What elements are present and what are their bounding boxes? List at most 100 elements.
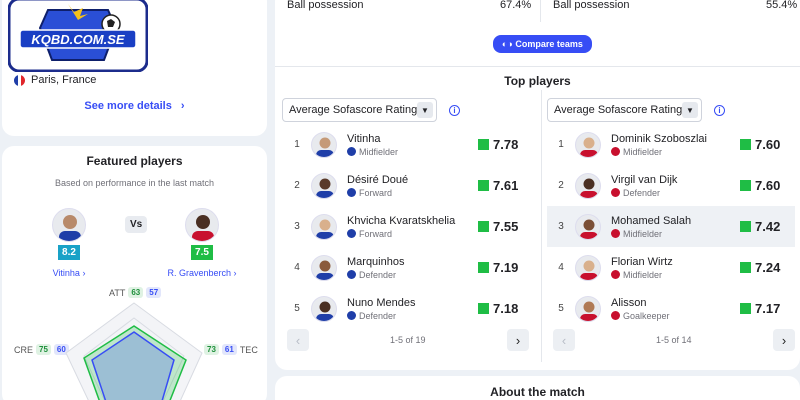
- rating-badge: 7.5: [191, 245, 213, 260]
- player-rank: 1: [558, 139, 564, 150]
- pager-right: ‹ 1-5 of 14 ›: [553, 328, 795, 352]
- player-name: Désiré Doué: [347, 173, 409, 186]
- club-crest-icon: [347, 188, 356, 197]
- france-flag-icon: [14, 74, 25, 86]
- possession-divider: [540, 0, 541, 22]
- rating-indicator: [478, 303, 489, 314]
- player-avatar: [575, 213, 601, 240]
- player-avatar: [575, 295, 601, 322]
- chevron-down-icon: ▼: [417, 102, 433, 118]
- rating-indicator: [740, 303, 751, 314]
- featured-home-name: Vitinha ›: [52, 268, 86, 278]
- player-row[interactable]: 2 Virgil van Dijk Defender 7.60: [547, 165, 795, 206]
- pager-left: ‹ 1-5 of 19 ›: [287, 328, 529, 352]
- rating-dropdown-left[interactable]: Average Sofascore Rating ▼: [282, 98, 437, 122]
- logo-text: KQBD.COM.SE: [31, 32, 125, 47]
- club-crest-icon: [611, 270, 620, 279]
- featured-player-away[interactable]: 7.5 R. Gravenberch ›: [157, 208, 247, 278]
- match-stats-card: Ball possession 67.4% Ball possession 5 5…: [275, 0, 800, 370]
- player-name: Alisson: [611, 296, 647, 309]
- rating-badge: 8.2: [58, 245, 80, 260]
- rating-indicator: [478, 180, 489, 191]
- chevron-right-icon: ›: [180, 100, 185, 112]
- player-rating: 7.19: [493, 260, 519, 275]
- info-icon[interactable]: i: [714, 105, 725, 116]
- club-crest-icon: [347, 229, 356, 238]
- player-position: Defender: [359, 269, 397, 280]
- player-row[interactable]: 5 Nuno Mendes Defender 7.18: [283, 288, 533, 329]
- player-rank: 5: [558, 303, 564, 314]
- player-avatar: [575, 131, 601, 158]
- possession-right-label: Ball possession: [553, 0, 630, 11]
- player-row[interactable]: 1 Dominik Szoboszlai Midfielder 7.60: [547, 124, 795, 165]
- player-avatar: [311, 213, 337, 240]
- rating-indicator: [478, 139, 489, 150]
- club-crest-icon: [611, 229, 620, 238]
- player-row[interactable]: 1 Vitinha Midfielder 7.78: [283, 124, 533, 165]
- player-name: Marquinhos: [347, 255, 405, 268]
- chevron-down-icon: ▼: [682, 102, 698, 118]
- featured-away-name: R. Gravenberch ›: [167, 268, 237, 278]
- player-row[interactable]: 4 Florian Wirtz Midfielder 7.24: [547, 247, 795, 288]
- player-rank: 3: [294, 221, 300, 232]
- player-rank: 1: [294, 139, 300, 150]
- chevron-right-icon: ›: [82, 268, 86, 278]
- player-row[interactable]: 3 Mohamed Salah Midfielder 7.42: [547, 206, 795, 247]
- player-rating: 7.18: [493, 301, 519, 316]
- player-rating: 7.42: [755, 219, 781, 234]
- top-players-title: Top players: [504, 74, 571, 88]
- player-row[interactable]: 2 Désiré Doué Forward 7.61: [283, 165, 533, 206]
- about-match-card: About the match: [275, 376, 800, 400]
- compare-icon: ◐◑: [502, 39, 516, 49]
- club-crest-icon: [611, 311, 620, 320]
- club-crest-icon: [611, 147, 620, 156]
- player-row[interactable]: 5 Alisson Goalkeeper 7.17: [547, 288, 795, 329]
- rating-indicator: [478, 262, 489, 273]
- rating-indicator: [740, 221, 751, 232]
- player-position: Defender: [623, 187, 661, 198]
- player-avatar: [52, 208, 86, 242]
- player-name: Florian Wirtz: [611, 255, 673, 268]
- player-rank: 2: [558, 180, 564, 191]
- rating-indicator: [740, 180, 751, 191]
- info-icon[interactable]: i: [449, 105, 460, 116]
- player-avatar: [311, 254, 337, 281]
- featured-subtitle: Based on performance in the last match: [54, 178, 215, 188]
- player-rating: 7.55: [493, 219, 519, 234]
- possession-left-label: Ball possession: [287, 0, 364, 11]
- player-avatar: [575, 254, 601, 281]
- player-row[interactable]: 3 Khvicha Kvaratskhelia Forward 7.55: [283, 206, 533, 247]
- player-name: Mohamed Salah: [611, 214, 692, 227]
- player-name: Khvicha Kvaratskhelia: [347, 214, 456, 227]
- about-match-title: About the match: [490, 385, 585, 399]
- site-logo[interactable]: KQBD.COM.SE: [7, 0, 149, 73]
- pager-text: 1-5 of 19: [390, 335, 426, 345]
- next-page-button[interactable]: ›: [773, 329, 795, 351]
- player-rating: 7.24: [755, 260, 781, 275]
- player-avatar: [311, 131, 337, 158]
- player-position: Forward: [359, 228, 393, 239]
- venue-place-label: Paris, France: [31, 74, 97, 86]
- venue-location: Paris, France: [14, 74, 96, 86]
- possession-left-value: 67.4%: [500, 0, 532, 11]
- section-divider: [275, 66, 800, 67]
- rating-dropdown-right[interactable]: Average Sofascore Rating ▼: [547, 98, 702, 122]
- prev-page-button[interactable]: ‹: [287, 329, 309, 351]
- player-row[interactable]: 4 Marquinhos Defender 7.19: [283, 247, 533, 288]
- rating-indicator: [740, 139, 751, 150]
- prev-page-button[interactable]: ‹: [553, 329, 575, 351]
- see-more-details-link[interactable]: See more details ›: [2, 100, 267, 112]
- compare-teams-button[interactable]: ◐◑ Compare teams: [493, 35, 592, 53]
- player-rating: 7.61: [493, 178, 519, 193]
- club-crest-icon: [347, 147, 356, 156]
- player-name: Nuno Mendes: [347, 296, 416, 309]
- featured-player-home[interactable]: 8.2 Vitinha ›: [24, 208, 114, 278]
- rating-indicator: [478, 221, 489, 232]
- featured-title: Featured players: [86, 154, 183, 168]
- player-rank: 3: [558, 221, 564, 232]
- rating-indicator: [740, 262, 751, 273]
- player-avatar: [185, 208, 219, 242]
- next-page-button[interactable]: ›: [507, 329, 529, 351]
- player-avatar: [311, 172, 337, 199]
- player-avatar: [575, 172, 601, 199]
